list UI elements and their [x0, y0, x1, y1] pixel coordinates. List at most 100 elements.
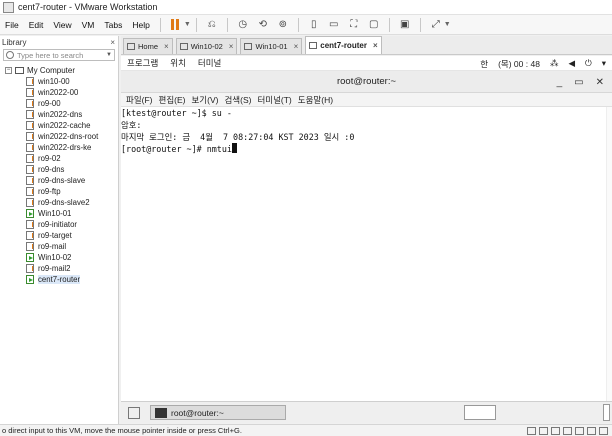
tree-root-my-computer[interactable]: − My Computer — [0, 65, 118, 76]
library-vm-item[interactable]: win2022-dns — [0, 109, 118, 120]
thumbnail-bar-button[interactable]: ▭ — [326, 17, 342, 32]
library-vm-item[interactable]: ro9-mail — [0, 241, 118, 252]
network-adapter-icon[interactable] — [551, 426, 560, 435]
unity-button[interactable]: ▢ — [366, 17, 382, 32]
volume-icon[interactable]: ◀ — [568, 58, 575, 69]
cd-drive-icon[interactable] — [539, 426, 548, 435]
library-vm-item[interactable]: cent7-router — [0, 274, 118, 285]
vm-label: win2022-00 — [38, 88, 79, 97]
library-search-placeholder: Type here to search — [17, 50, 84, 60]
library-vm-item[interactable]: ro9-00 — [0, 98, 118, 109]
library-vm-item[interactable]: Win10-02 — [0, 252, 118, 263]
gnome-places-menu[interactable]: 위치 — [164, 57, 192, 69]
library-vm-item[interactable]: ro9-dns-slave2 — [0, 197, 118, 208]
chevron-down-icon[interactable]: ▾ — [602, 58, 606, 69]
send-ctrl-alt-del-button[interactable]: ⎌ — [204, 17, 220, 32]
show-library-button[interactable]: ▯ — [306, 17, 322, 32]
menu-view[interactable]: View — [48, 20, 76, 30]
vm-tab-icon — [309, 42, 318, 49]
library-vm-item[interactable]: ro9-initiator — [0, 219, 118, 230]
vm-tab-label: Win10-02 — [190, 42, 223, 51]
library-search-input[interactable]: Type here to search ▼ — [3, 49, 115, 61]
hard-disk-icon[interactable] — [527, 426, 536, 435]
send-keys-icon: ⎌ — [207, 19, 216, 30]
library-vm-item[interactable]: ro9-mail2 — [0, 263, 118, 274]
power-icon[interactable]: ⏻ — [585, 58, 592, 69]
menu-vm[interactable]: VM — [77, 20, 100, 30]
collapse-icon[interactable]: − — [5, 67, 12, 74]
message-log-icon[interactable] — [599, 426, 608, 435]
revert-snapshot-button[interactable]: ⟲ — [255, 17, 271, 32]
usb-icon[interactable] — [563, 426, 572, 435]
vm-label: ro9-00 — [38, 99, 61, 108]
vm-tab[interactable]: Home × — [123, 38, 173, 54]
library-vm-item[interactable]: ro9-dns — [0, 164, 118, 175]
menu-help[interactable]: Help — [127, 20, 154, 30]
show-desktop-icon[interactable] — [128, 406, 140, 419]
terminal-menu-view[interactable]: 보기(V) — [188, 94, 221, 106]
display-icon[interactable] — [587, 426, 596, 435]
stretch-guest-button[interactable]: ⤢ — [428, 17, 444, 32]
power-dropdown-icon[interactable]: ▼ — [184, 21, 191, 28]
guest-display[interactable]: 프로그램 위치 터미널 한 (목) 00 : 48 ⁂ ◀ ⏻ ▾ root@r… — [121, 56, 612, 401]
vm-tab[interactable]: Win10-01 × — [240, 38, 303, 54]
vm-tab-label: Win10-01 — [255, 42, 288, 51]
minimize-icon[interactable]: _ — [557, 77, 563, 88]
full-screen-button[interactable]: ⛶ — [346, 17, 362, 32]
taskbar-terminal-item[interactable]: root@router:~ — [150, 405, 286, 420]
snapshot-manager-button[interactable]: ⊚ — [275, 17, 291, 32]
terminal-menu-help[interactable]: 도움말(H) — [295, 94, 336, 106]
stretch-dropdown-icon[interactable]: ▼ — [444, 21, 451, 28]
terminal-menu-search[interactable]: 검색(S) — [221, 94, 254, 106]
pause-icon — [170, 19, 181, 30]
revert-snapshot-icon: ⟲ — [258, 19, 267, 30]
vm-label: Win10-02 — [38, 253, 72, 262]
snapshot-button[interactable]: ◷ — [235, 17, 251, 32]
close-tab-icon[interactable]: × — [229, 42, 234, 51]
gnome-apps-menu[interactable]: 프로그램 — [121, 57, 164, 69]
library-vm-item[interactable]: ro9-02 — [0, 153, 118, 164]
clock[interactable]: (목) 00 : 48 — [498, 58, 540, 70]
terminal-menu-file[interactable]: 파일(F) — [123, 94, 156, 106]
close-tab-icon[interactable]: × — [164, 42, 169, 51]
workspace-switcher[interactable] — [464, 405, 496, 420]
library-vm-item[interactable]: win2022-cache — [0, 120, 118, 131]
terminal-menu-terminal[interactable]: 터미널(T) — [254, 94, 294, 106]
terminal-scrollbar[interactable] — [606, 107, 612, 401]
message-tray-button[interactable] — [603, 404, 610, 421]
terminal-output[interactable]: [ktest@router ~]$ su - 암호: 마지막 로그인: 금 4월… — [121, 107, 612, 401]
vm-tab[interactable]: Win10-02 × — [175, 38, 238, 54]
library-vm-item[interactable]: ro9-target — [0, 230, 118, 241]
menu-file[interactable]: File — [0, 20, 24, 30]
maximize-icon[interactable]: ▭ — [574, 77, 583, 88]
network-icon[interactable]: ⁂ — [550, 58, 559, 69]
menu-tabs[interactable]: Tabs — [99, 20, 127, 30]
library-vm-item[interactable]: ro9-dns-slave — [0, 175, 118, 186]
terminal-line-text: [root@router ~]# nmtui — [121, 144, 232, 154]
console-view-button[interactable]: ▣ — [397, 17, 413, 32]
pause-button[interactable] — [168, 17, 184, 32]
vm-label: ro9-mail — [38, 242, 67, 251]
menu-edit[interactable]: Edit — [24, 20, 49, 30]
library-vm-item[interactable]: win2022-00 — [0, 87, 118, 98]
terminal-icon — [155, 407, 167, 418]
close-icon[interactable]: ✕ — [596, 77, 604, 88]
menu-toolbar: File Edit View VM Tabs Help ▼ ⎌ ◷ ⟲ ⊚ ▯ … — [0, 15, 612, 35]
vm-powered-off-icon — [26, 198, 34, 207]
sound-icon[interactable] — [575, 426, 584, 435]
terminal-menu-edit[interactable]: 편집(E) — [156, 94, 189, 106]
gnome-terminal-app[interactable]: 터미널 — [192, 57, 227, 69]
close-tab-icon[interactable]: × — [373, 41, 378, 50]
terminal-line: 암호: — [121, 120, 142, 130]
input-method-indicator[interactable]: 한 — [480, 58, 488, 70]
library-vm-item[interactable]: Win10-01 — [0, 208, 118, 219]
vm-label: ro9-target — [38, 231, 72, 240]
library-vm-item[interactable]: ro9-ftp — [0, 186, 118, 197]
close-tab-icon[interactable]: × — [294, 42, 299, 51]
vm-tab[interactable]: cent7-router × — [305, 36, 382, 54]
library-vm-item[interactable]: win2022-drs-ke — [0, 142, 118, 153]
library-vm-item[interactable]: win10-00 — [0, 76, 118, 87]
search-dropdown-icon[interactable]: ▼ — [106, 52, 112, 58]
library-vm-item[interactable]: win2022-dns-root — [0, 131, 118, 142]
close-library-icon[interactable]: × — [110, 38, 118, 47]
